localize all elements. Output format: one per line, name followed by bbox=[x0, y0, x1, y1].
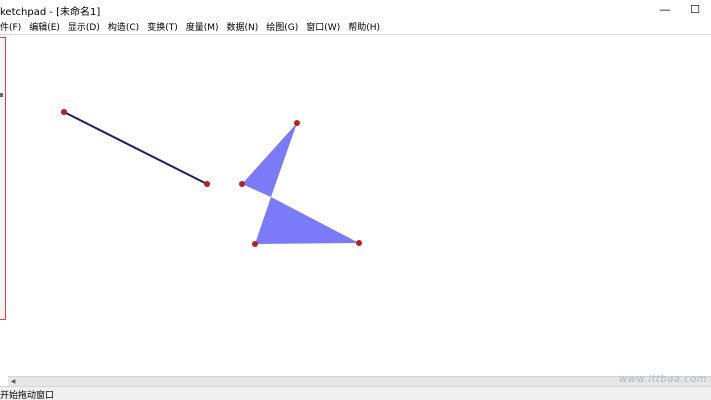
line-segment[interactable] bbox=[63, 111, 208, 185]
menu-transform[interactable]: 变换(T) bbox=[143, 20, 182, 33]
polygon-upper[interactable] bbox=[242, 123, 297, 197]
menu-display[interactable]: 显示(D) bbox=[64, 20, 104, 33]
point-f[interactable] bbox=[356, 240, 362, 246]
scroll-left-icon[interactable]: ◀ bbox=[8, 377, 18, 386]
toolbox-panel[interactable] bbox=[0, 37, 6, 320]
point-d[interactable] bbox=[239, 181, 245, 187]
point-a[interactable] bbox=[61, 109, 67, 115]
point-c[interactable] bbox=[294, 120, 300, 126]
menu-measure[interactable]: 度量(M) bbox=[182, 20, 223, 33]
title-bar[interactable]: ketchpad - [未命名1] — ☐ bbox=[0, 0, 711, 18]
point-e[interactable] bbox=[252, 241, 258, 247]
sketch-canvas[interactable] bbox=[8, 36, 711, 376]
status-text: 开始拖动窗口 bbox=[0, 391, 55, 400]
status-bar: 开始拖动窗口 bbox=[0, 386, 711, 400]
maximize-icon[interactable]: ☐ bbox=[681, 0, 709, 18]
sketchpad-window: ketchpad - [未命名1] — ☐ 件(F) 编辑(E) 显示(D) 构… bbox=[0, 0, 711, 400]
polygon-lower[interactable] bbox=[255, 197, 359, 244]
menu-file[interactable]: 件(F) bbox=[0, 20, 25, 33]
menu-window[interactable]: 窗口(W) bbox=[302, 20, 344, 33]
menu-help[interactable]: 帮助(H) bbox=[344, 20, 384, 33]
menu-divider bbox=[0, 34, 711, 35]
menu-construct[interactable]: 构造(C) bbox=[104, 20, 143, 33]
menu-graph[interactable]: 绘图(G) bbox=[262, 20, 302, 33]
menu-bar: 件(F) 编辑(E) 显示(D) 构造(C) 变换(T) 度量(M) 数据(N)… bbox=[0, 18, 711, 34]
minimize-icon[interactable]: — bbox=[651, 0, 679, 18]
point-b[interactable] bbox=[204, 181, 210, 187]
menu-edit[interactable]: 编辑(E) bbox=[25, 20, 64, 33]
horizontal-scrollbar[interactable]: ◀ bbox=[8, 376, 711, 386]
window-title: ketchpad - [未命名1] bbox=[0, 7, 101, 18]
toolbox-grip-icon[interactable] bbox=[0, 93, 3, 97]
menu-data[interactable]: 数据(N) bbox=[223, 20, 263, 33]
watermark: www.ittbaa.com bbox=[619, 374, 707, 385]
